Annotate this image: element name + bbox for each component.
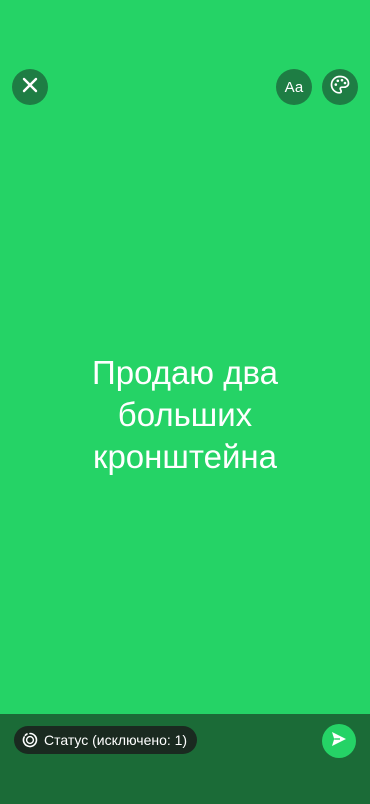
send-button[interactable] [322, 724, 356, 758]
audience-label: Статус (исключено: 1) [44, 732, 188, 748]
close-button[interactable] [12, 69, 48, 105]
status-text[interactable]: Продаю два больших кронштейна [40, 352, 330, 478]
audience-selector[interactable]: Статус (исключено: 1) [14, 726, 198, 754]
bottom-bar: Статус (исключено: 1) [0, 714, 370, 804]
close-icon [22, 77, 38, 98]
font-style-label: Aa [284, 78, 304, 96]
send-icon [330, 730, 348, 753]
background-color-button[interactable] [322, 69, 358, 105]
status-composer-screen: Aa Продаю два больших кронштейна Статус … [0, 0, 370, 804]
status-ring-icon [22, 732, 38, 748]
palette-icon [329, 74, 351, 101]
font-style-button[interactable]: Aa [276, 69, 312, 105]
